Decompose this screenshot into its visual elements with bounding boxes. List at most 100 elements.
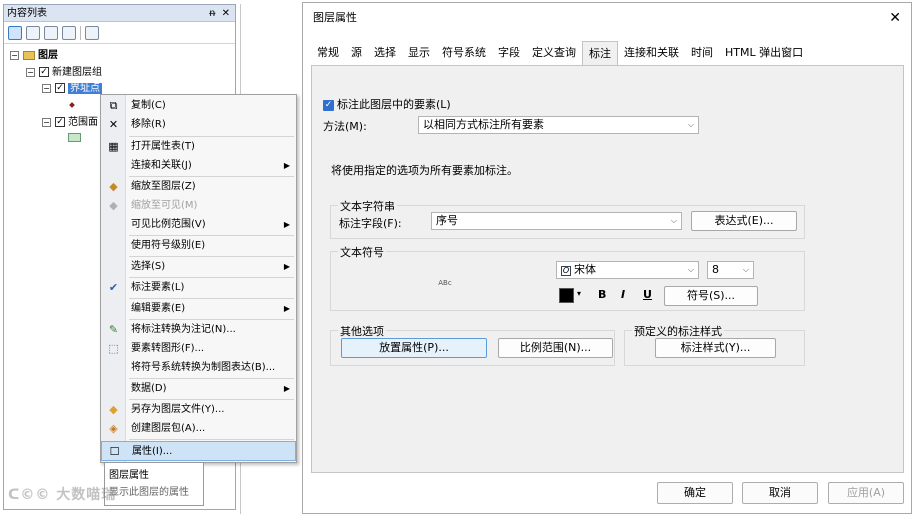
toc-title: 内容列表 bbox=[7, 8, 47, 19]
options-icon[interactable] bbox=[85, 25, 99, 40]
font-size-dropdown[interactable]: 8 ⌵ bbox=[707, 261, 754, 279]
menu-selection[interactable]: 选择(S) ▶ bbox=[101, 257, 296, 276]
collapse-icon[interactable]: − bbox=[42, 117, 51, 127]
tree-layer-range-polygon[interactable]: − ✓ 范围面 bbox=[42, 116, 98, 130]
toc-titlebar: 内容列表 ᵰ ✕ bbox=[4, 5, 235, 22]
tree-layers-root[interactable]: − 图层 bbox=[10, 49, 58, 63]
tab-time[interactable]: 时间 bbox=[685, 41, 719, 65]
tree-group[interactable]: − ✓ 新建图层组 bbox=[26, 66, 102, 80]
tab-html-popup[interactable]: HTML 弹出窗口 bbox=[719, 41, 809, 65]
dialog-title: 图层属性 bbox=[313, 11, 357, 24]
polygon-symbol bbox=[68, 133, 81, 147]
copy-icon: ⧉ bbox=[109, 99, 118, 112]
menu-use-symbol-levels[interactable]: 使用符号级别(E) bbox=[101, 236, 296, 255]
tab-fields[interactable]: 字段 bbox=[492, 41, 526, 65]
placement-properties-button[interactable]: 放置属性(P)... bbox=[341, 338, 487, 358]
menu-remove[interactable]: ✕ 移除(R) bbox=[101, 115, 296, 134]
font-dropdown[interactable]: O 宋体 ⌵ bbox=[556, 261, 699, 279]
list-by-source-icon[interactable] bbox=[26, 25, 40, 40]
symbol-button[interactable]: 符号(S)... bbox=[664, 286, 758, 306]
tab-display[interactable]: 显示 bbox=[402, 41, 436, 65]
symbol-preview: ABc bbox=[336, 261, 554, 305]
color-dropdown-arrow-icon[interactable]: ▾ bbox=[577, 289, 581, 298]
tab-joins-relates[interactable]: 连接和关联 bbox=[618, 41, 685, 65]
package-icon: ◈ bbox=[109, 422, 118, 435]
tree-layer-boundary-points[interactable]: − ✓ 界址点 bbox=[42, 82, 102, 96]
graphic-icon: ⬚ bbox=[108, 342, 119, 355]
method-dropdown[interactable]: 以相同方式标注所有要素 ⌵ bbox=[418, 116, 699, 134]
properties-tooltip: 图层属性 显示此图层的属性 bbox=[104, 462, 204, 506]
menu-label-features[interactable]: ✔ 标注要素(L) bbox=[101, 278, 296, 297]
zoom-visible-icon: ◆ bbox=[109, 199, 118, 212]
layer-checkbox[interactable]: ✓ bbox=[55, 117, 65, 127]
menu-features-to-graphics[interactable]: ⬚ 要素转图形(F)... bbox=[101, 339, 296, 358]
menu-copy[interactable]: ⧉ 复制(C) bbox=[101, 96, 296, 115]
font-type-icon: O bbox=[561, 266, 571, 276]
submenu-arrow-icon: ▶ bbox=[283, 161, 290, 170]
list-by-selection-icon[interactable] bbox=[62, 25, 76, 40]
info-text: 将使用指定的选项为所有要素加标注。 bbox=[331, 164, 518, 177]
menu-open-attribute-table[interactable]: ▦ 打开属性表(T) bbox=[101, 137, 296, 156]
cancel-button[interactable]: 取消 bbox=[742, 482, 818, 504]
italic-button[interactable]: I bbox=[621, 288, 625, 301]
menu-save-as-layer-file[interactable]: ◆ 另存为图层文件(Y)... bbox=[101, 400, 296, 419]
pin-icon[interactable]: ᵰ bbox=[209, 5, 215, 22]
chevron-down-icon: ⌵ bbox=[742, 265, 749, 274]
label-features-checkbox-row[interactable]: ✓ 标注此图层中的要素(L) bbox=[323, 96, 451, 112]
menu-edit-features[interactable]: 编辑要素(E) ▶ bbox=[101, 299, 296, 318]
underline-button[interactable]: U bbox=[643, 288, 652, 301]
labels-tab-panel: ✓ 标注此图层中的要素(L) 方法(M): 以相同方式标注所有要素 ⌵ 将使用指定的… bbox=[311, 65, 904, 473]
scale-range-button[interactable]: 比例范围(N)... bbox=[498, 338, 613, 358]
layer-checkbox[interactable]: ✓ bbox=[55, 83, 65, 93]
menu-data[interactable]: 数据(D) ▶ bbox=[101, 379, 296, 398]
submenu-arrow-icon: ▶ bbox=[283, 384, 290, 393]
text-color-swatch[interactable] bbox=[559, 288, 574, 303]
tab-selection[interactable]: 选择 bbox=[368, 41, 402, 65]
toc-close-icon[interactable]: ✕ bbox=[222, 5, 230, 22]
menu-visible-scale-range[interactable]: 可见比例范围(V) ▶ bbox=[101, 215, 296, 234]
annotation-icon: ✎ bbox=[108, 323, 119, 336]
collapse-icon[interactable]: − bbox=[26, 67, 35, 77]
dialog-close-icon[interactable]: ✕ bbox=[889, 3, 901, 33]
menu-convert-symbology-to-representation[interactable]: 将符号系统转换为制图表达(B)... bbox=[101, 358, 296, 377]
chevron-down-icon: ⌵ bbox=[687, 120, 694, 129]
label-features-checkbox[interactable]: ✓ bbox=[323, 99, 334, 111]
remove-icon: ✕ bbox=[108, 118, 119, 131]
list-by-visibility-icon[interactable] bbox=[44, 25, 58, 40]
label-styles-button[interactable]: 标注样式(Y)... bbox=[655, 338, 776, 358]
collapse-icon[interactable]: − bbox=[42, 83, 51, 93]
menu-convert-labels-to-annotation[interactable]: ✎ 将标注转换为注记(N)... bbox=[101, 320, 296, 339]
tab-general[interactable]: 常规 bbox=[311, 41, 345, 65]
dialog-tabs: 常规 源 选择 显示 符号系统 字段 定义查询 标注 连接和关联 时间 HTML… bbox=[311, 41, 809, 65]
menu-zoom-to-layer[interactable]: ◆ 缩放至图层(Z) bbox=[101, 177, 296, 196]
polygon-symbol-icon bbox=[68, 133, 81, 142]
expression-button[interactable]: 表达式(E)... bbox=[691, 211, 797, 231]
menu-zoom-to-visible: ◆ 缩放至可见(M) bbox=[101, 196, 296, 215]
submenu-arrow-icon: ▶ bbox=[283, 304, 290, 313]
group-checkbox[interactable]: ✓ bbox=[39, 67, 49, 77]
chevron-down-icon: ⌵ bbox=[670, 216, 677, 225]
label-field-dropdown[interactable]: 序号 ⌵ bbox=[431, 212, 682, 230]
layer-file-icon: ◆ bbox=[109, 403, 118, 416]
properties-icon: ☐ bbox=[109, 445, 120, 458]
bold-button[interactable]: B bbox=[598, 288, 606, 301]
menu-joins-relates[interactable]: 连接和关联(J) ▶ bbox=[101, 156, 296, 175]
tab-symbology[interactable]: 符号系统 bbox=[436, 41, 492, 65]
label-field-label: 标注字段(F): bbox=[339, 217, 402, 230]
tooltip-description: 显示此图层的属性 bbox=[109, 487, 189, 498]
text-string-group-title: 文本字符串 bbox=[338, 198, 397, 214]
ok-button[interactable]: 确定 bbox=[657, 482, 733, 504]
tab-definition-query[interactable]: 定义查询 bbox=[526, 41, 582, 65]
collapse-icon[interactable]: − bbox=[10, 50, 19, 60]
list-by-drawing-order-icon[interactable] bbox=[8, 25, 22, 40]
watermark: ᑕ©© 大数喵瑞 bbox=[8, 487, 117, 503]
predefined-label-style-group-title: 预定义的标注样式 bbox=[632, 323, 724, 339]
menu-properties[interactable]: ☐ 属性(I)... bbox=[101, 441, 296, 461]
chevron-down-icon: ⌵ bbox=[687, 265, 694, 274]
apply-button: 应用(A) bbox=[828, 482, 904, 504]
method-label: 方法(M): bbox=[323, 120, 367, 133]
menu-create-layer-package[interactable]: ◈ 创建图层包(A)... bbox=[101, 419, 296, 438]
toc-toolbar bbox=[4, 22, 235, 44]
tab-labels[interactable]: 标注 bbox=[582, 41, 618, 65]
tab-source[interactable]: 源 bbox=[345, 41, 368, 65]
